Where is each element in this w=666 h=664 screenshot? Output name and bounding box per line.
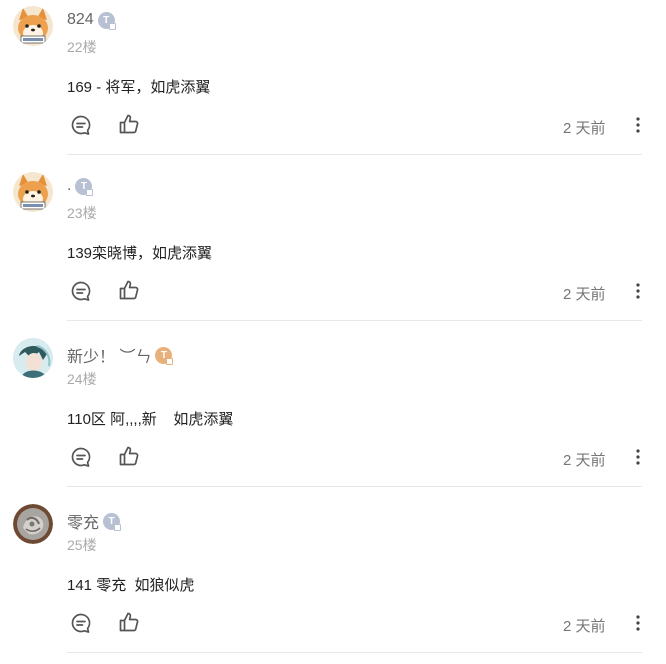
username[interactable]: . T [67,177,94,196]
username-text[interactable]: 新少！ ︶ㄣ [67,343,151,367]
timestamp: 2 天前 [563,452,606,469]
divider [67,320,642,321]
timestamp: 2 天前 [563,618,606,635]
comment-text: 141 零充 如狼似虎 [67,577,195,594]
more-options-icon[interactable] [630,281,646,301]
level-badge-icon: T [75,177,94,196]
level-badge-icon: T [103,512,122,531]
reply-icon[interactable] [70,612,92,634]
comment-text: 110区 阿,,,,新 如虎添翼 [67,411,234,428]
anime-character-avatar[interactable] [13,338,53,378]
floor-number: 22楼 [67,39,97,55]
username-text[interactable]: 零充 [67,509,99,533]
divider [67,486,642,487]
comment-item: . T 23楼 139栾晓博，如虎添翼 2 天前 [0,166,666,332]
floor-number: 23楼 [67,205,97,221]
more-options-icon[interactable] [630,115,646,135]
username[interactable]: 824 T [67,11,116,30]
stone-emblem-avatar[interactable] [13,504,53,544]
comment-item: 824 T 22楼 169 - 将军，如虎添翼 2 天前 [0,0,666,166]
timestamp: 2 天前 [563,120,606,137]
more-options-icon[interactable] [630,613,646,633]
floor-number: 24楼 [67,371,97,387]
comment-list: 824 T 22楼 169 - 将军，如虎添翼 2 天前 . T 23楼 139… [0,0,666,664]
reply-icon[interactable] [70,280,92,302]
thumbs-up-icon[interactable] [118,445,140,467]
timestamp: 2 天前 [563,286,606,303]
reply-icon[interactable] [70,446,92,468]
divider [67,154,642,155]
shiba-dog-avatar[interactable] [13,6,53,46]
comment-text: 139栾晓博，如虎添翼 [67,245,213,262]
level-badge-icon: T [97,11,116,30]
username[interactable]: 新少！ ︶ㄣ T [67,343,174,367]
thumbs-up-icon[interactable] [118,113,140,135]
comment-item: 零充 T 25楼 141 零充 如狼似虎 2 天前 [0,498,666,664]
username-text[interactable]: . [67,177,71,195]
thumbs-up-icon[interactable] [118,279,140,301]
thumbs-up-icon[interactable] [118,611,140,633]
floor-number: 25楼 [67,537,97,553]
shiba-dog-avatar[interactable] [13,172,53,212]
comment-text: 169 - 将军，如虎添翼 [67,79,211,96]
divider [67,652,642,653]
more-options-icon[interactable] [630,447,646,467]
level-badge-icon: T [155,346,174,365]
reply-icon[interactable] [70,114,92,136]
username[interactable]: 零充 T [67,509,122,533]
comment-item: 新少！ ︶ㄣ T 24楼 110区 阿,,,,新 如虎添翼 2 天前 [0,332,666,498]
username-text[interactable]: 824 [67,11,94,29]
